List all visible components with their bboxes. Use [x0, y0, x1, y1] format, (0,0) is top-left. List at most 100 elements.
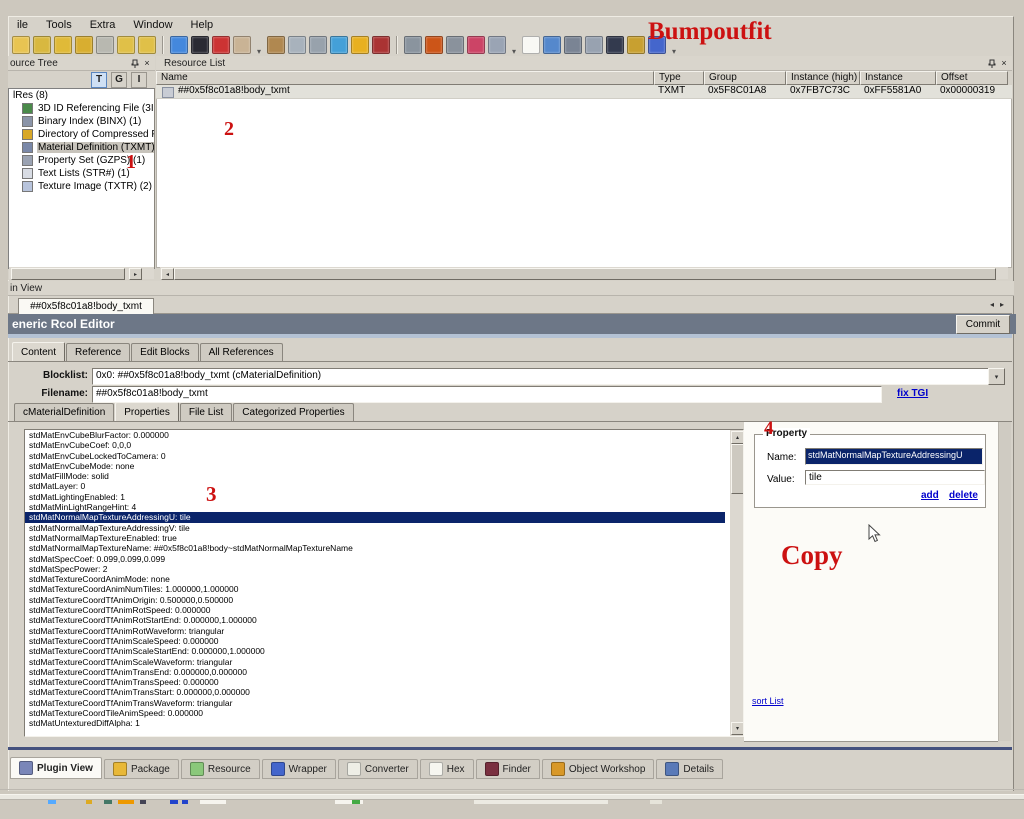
user-icon[interactable]: [488, 36, 506, 54]
property-row[interactable]: stdMatTextureCoordTfAnimTransStart: 0.00…: [25, 687, 725, 697]
resource-row[interactable]: ##0x5f8c01a8!body_txmt TXMT 0x5F8C01A8 0…: [156, 85, 1012, 99]
blocklist-combobox[interactable]: 0x0: ##0x5f8c01a8!body_txmt (cMaterialDe…: [92, 368, 996, 385]
chevron-down-icon[interactable]: ▾: [988, 368, 1005, 385]
name-input[interactable]: stdMatNormalMapTextureAddressingU: [805, 448, 983, 465]
tree-item[interactable]: Binary Index (BINX) (1): [9, 115, 154, 128]
toolbar-overflow-icon[interactable]: ▾: [257, 47, 261, 56]
tab-wrapper[interactable]: Wrapper: [262, 759, 336, 779]
blocks-icon[interactable]: [330, 36, 348, 54]
bomb-icon[interactable]: [191, 36, 209, 54]
tgi-filter-button[interactable]: I: [131, 72, 147, 88]
property-row[interactable]: stdMatTextureCoordTileAnimSpeed: 0.00000…: [25, 708, 725, 718]
property-row[interactable]: stdMatLayer: 0: [25, 481, 725, 491]
tab-scroll-right-icon[interactable]: ▸: [1000, 300, 1004, 309]
cancel-icon[interactable]: [606, 36, 624, 54]
menu-item[interactable]: Help: [182, 19, 223, 31]
property-row[interactable]: stdMatTextureCoordAnimNumTiles: 1.000000…: [25, 584, 725, 594]
backup-package-icon[interactable]: [54, 36, 72, 54]
tab-details[interactable]: Details: [656, 759, 723, 779]
toolbar-icon[interactable]: [162, 36, 164, 54]
property-row[interactable]: stdMatTextureCoordTfAnimTransWaveform: t…: [25, 698, 725, 708]
editor-tab[interactable]: All References: [200, 343, 283, 361]
open-file-icon[interactable]: [543, 36, 561, 54]
property-row[interactable]: stdMatSpecCoef: 0.099,0.099,0.099: [25, 554, 725, 564]
tab-plugin-view[interactable]: Plugin View: [10, 757, 102, 779]
journal-icon[interactable]: [372, 36, 390, 54]
property-row[interactable]: stdMatTextureCoordTfAnimRotSpeed: 0.0000…: [25, 605, 725, 615]
close-icon[interactable]: ×: [141, 58, 153, 69]
save-edit-icon[interactable]: [585, 36, 603, 54]
doc-tab[interactable]: ##0x5f8c01a8!body_txmt: [18, 298, 154, 314]
tab-hex[interactable]: Hex: [420, 759, 474, 779]
editor-tab[interactable]: Edit Blocks: [131, 343, 198, 361]
menu-item[interactable]: Extra: [81, 19, 125, 31]
commit-button[interactable]: Commit: [956, 315, 1010, 334]
dart-icon[interactable]: [212, 36, 230, 54]
tree-root[interactable]: lRes (8): [9, 89, 154, 102]
notes-alt-icon[interactable]: [138, 36, 156, 54]
scroll-right-icon[interactable]: ▸: [129, 268, 142, 280]
tree-h-scrollbar-thumb[interactable]: [11, 268, 125, 280]
column-header[interactable]: Group: [704, 71, 786, 85]
toolbar-overflow-icon[interactable]: ▾: [512, 47, 516, 56]
menu-item[interactable]: Tools: [37, 19, 81, 31]
open-package-icon[interactable]: [12, 36, 30, 54]
people-icon[interactable]: [467, 36, 485, 54]
tgi-filter-button[interactable]: T: [91, 72, 107, 88]
tree-h-scrollbar[interactable]: ▸: [9, 267, 154, 279]
property-row[interactable]: stdMatTextureCoordTfAnimRotWaveform: tri…: [25, 626, 725, 636]
right-splitter[interactable]: [998, 422, 1011, 741]
link-icon[interactable]: [309, 36, 327, 54]
property-row[interactable]: stdMatNormalMapTextureAddressingV: tile: [25, 523, 725, 533]
close-icon[interactable]: ×: [998, 58, 1010, 69]
tree-item[interactable]: Directory of Compressed Files (CLS: [9, 128, 154, 141]
save-file-icon[interactable]: [564, 36, 582, 54]
property-row[interactable]: stdMatTextureCoordTfAnimScaleSpeed: 0.00…: [25, 636, 725, 646]
editor-tab[interactable]: Content: [12, 342, 65, 362]
box-icon[interactable]: [267, 36, 285, 54]
filename-input[interactable]: ##0x5f8c01a8!body_txmt: [92, 386, 882, 403]
property-row[interactable]: stdMatUntexturedDiffAlpha: 1: [25, 718, 725, 728]
workshop-lamp-icon[interactable]: [627, 36, 645, 54]
property-row[interactable]: stdMatTextureCoordTfAnimTransEnd: 0.0000…: [25, 667, 725, 677]
property-row[interactable]: stdMatTextureCoordTfAnimTransSpeed: 0.00…: [25, 677, 725, 687]
detail-tab[interactable]: Properties: [115, 402, 179, 422]
tab-finder[interactable]: Finder: [476, 759, 540, 779]
toolbar-icon[interactable]: [396, 36, 398, 54]
property-row[interactable]: stdMatEnvCubeCoef: 0,0,0: [25, 440, 725, 450]
property-row[interactable]: stdMatTextureCoordTfAnimScaleStartEnd: 0…: [25, 646, 725, 656]
book-icon[interactable]: [233, 36, 251, 54]
refresh-icon[interactable]: [170, 36, 188, 54]
list-h-scrollbar[interactable]: ◂: [160, 267, 1008, 279]
column-header[interactable]: Offset: [936, 71, 1008, 85]
rocket-icon[interactable]: [425, 36, 443, 54]
tree-item[interactable]: Texture Image (TXTR) (2): [9, 180, 154, 193]
property-row[interactable]: stdMatNormalMapTextureAddressingU: tile: [25, 512, 725, 522]
scroll-down-icon[interactable]: ▾: [731, 722, 744, 735]
pin-icon[interactable]: [129, 58, 141, 69]
tree-item[interactable]: 3D ID Referencing File (3IDR) (1): [9, 102, 154, 115]
column-header[interactable]: Instance: [860, 71, 936, 85]
comment-icon[interactable]: [96, 36, 114, 54]
tab-scroll-left-icon[interactable]: ◂: [990, 300, 994, 309]
camera-icon[interactable]: [446, 36, 464, 54]
add-link[interactable]: add: [921, 490, 939, 501]
column-header[interactable]: Type: [654, 71, 704, 85]
list-h-scrollbar-thumb[interactable]: [174, 268, 996, 280]
property-row[interactable]: stdMatLightingEnabled: 1: [25, 492, 725, 502]
tab-object-workshop[interactable]: Object Workshop: [542, 759, 655, 779]
toolbar-overflow-icon[interactable]: ▾: [672, 47, 676, 56]
tab-package[interactable]: Package: [104, 759, 179, 779]
property-row[interactable]: stdMatMinLightRangeHint: 4: [25, 502, 725, 512]
notes-icon[interactable]: [117, 36, 135, 54]
props-v-scrollbar-thumb[interactable]: [731, 444, 744, 494]
editor-tab[interactable]: Reference: [66, 343, 130, 361]
menu-item[interactable]: Window: [124, 19, 181, 31]
save-package-icon[interactable]: [33, 36, 51, 54]
tgi-filter-button[interactable]: G: [111, 72, 127, 88]
property-row[interactable]: stdMatTextureCoordTfAnimOrigin: 0.500000…: [25, 595, 725, 605]
fix-tgi-link[interactable]: fix TGI: [897, 388, 928, 399]
tab-converter[interactable]: Converter: [338, 759, 418, 779]
property-row[interactable]: stdMatTextureCoordTfAnimRotStartEnd: 0.0…: [25, 615, 725, 625]
tab-resource[interactable]: Resource: [181, 759, 260, 779]
